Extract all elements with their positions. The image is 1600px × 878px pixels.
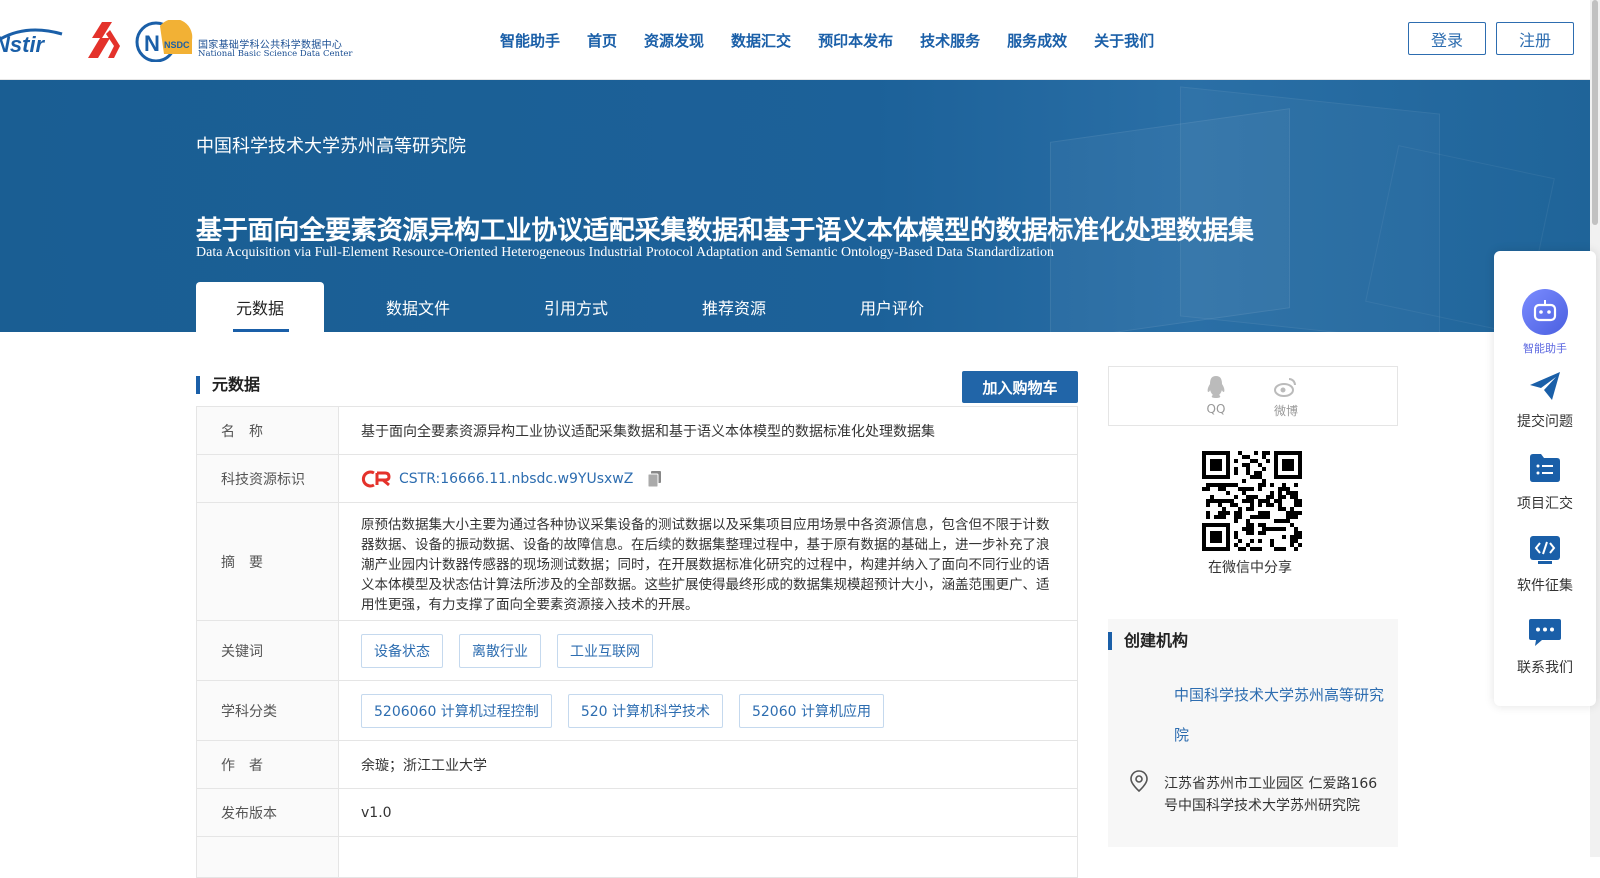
nsdc-name-en: National Basic Science Data Center [198,49,353,59]
site-header: Nstir N NSDC 国家基础学科公共科学数据中心 National Bas… [0,0,1600,80]
dataset-banner: 中国科学技术大学苏州高等研究院 基于面向全要素资源异构工业协议适配采集数据和基于… [0,80,1590,332]
nsdc-logo[interactable]: N NSDC 国家基础学科公共科学数据中心 National Basic Sci… [134,20,352,62]
share-qq[interactable]: QQ [1196,375,1236,416]
copy-icon[interactable] [647,470,663,488]
dataset-title-en: Data Acquisition via Full-Element Resour… [196,245,1055,260]
keyword-tag[interactable]: 设备状态 [361,633,443,668]
nav-data-submission[interactable]: 数据汇交 [731,30,791,51]
subject-tags: 5206060 计算机过程控制 520 计算机科学技术 52060 计算机应用 [339,681,1077,740]
keyword-tags: 设备状态 离散行业 工业互联网 [339,621,1077,680]
cstr-identifier-link[interactable]: CSTR:16666.11.nbsdc.w9YUsxwZ [399,471,633,487]
row-label: 作 者 [197,741,339,788]
add-to-cart-button[interactable]: 加入购物车 [962,371,1078,403]
float-submit-question[interactable]: 提交问题 [1494,369,1596,431]
folder-list-icon [1530,454,1560,482]
table-row: 发布版本 v1.0 [197,789,1077,837]
nav-preprint[interactable]: 预印本发布 [818,30,893,51]
floating-toolbar: 智能助手 提交问题 项目汇交 软件征集 联系我们 [1494,251,1596,706]
register-button[interactable]: 注册 [1496,22,1574,55]
dataset-title-cn: 基于面向全要素资源异构工业协议适配采集数据和基于语义本体模型的数据标准化处理数据… [196,216,1254,246]
table-row: 作 者 余璇；浙江工业大学 [197,741,1077,789]
table-row: 科技资源标识 CSTR:16666.11.nbsdc.w9YUsxwZ [197,455,1077,503]
row-label: 科技资源标识 [197,455,339,502]
svg-text:N: N [144,31,160,56]
table-row: 摘 要 原预估数据集大小主要为通过各种协议采集设备的测试数据以及采集项目应用场景… [197,503,1077,621]
float-ai-assistant[interactable]: 智能助手 [1494,288,1596,356]
creator-organization-panel: 创建机构 中国科学技术大学苏州高等研究院 江苏省苏州市工业园区 仁爱路166号中… [1108,619,1398,847]
share-weibo[interactable]: 微博 [1266,375,1306,419]
tab-citation[interactable]: 引用方式 [497,282,655,332]
banner-organization: 中国科学技术大学苏州高等研究院 [196,136,466,157]
metadata-table: 名 称 基于面向全要素资源异构工业协议适配采集数据和基于语义本体模型的数据标准化… [196,406,1078,878]
row-label: 学科分类 [197,681,339,740]
wechat-qr-code [1202,451,1302,551]
paper-plane-icon [1530,372,1560,400]
row-label: 发布版本 [197,789,339,836]
creator-address: 江苏省苏州市工业园区 仁爱路166号中国科学技术大学苏州研究院 [1164,776,1378,814]
login-button[interactable]: 登录 [1408,22,1486,55]
scrollbar-thumb[interactable] [1592,0,1598,225]
qq-icon [1207,376,1225,398]
keyword-tag[interactable]: 离散行业 [459,633,541,668]
svg-text:Nstir: Nstir [0,32,46,57]
authors-value: 余璇；浙江工业大学 [361,757,487,774]
subject-tag[interactable]: 520 计算机科学技术 [567,693,723,728]
subject-tag[interactable]: 52060 计算机应用 [738,693,884,728]
float-project-submission[interactable]: 项目汇交 [1494,451,1596,513]
chat-bubble-icon [1529,619,1561,646]
svg-text:NSDC: NSDC [164,40,190,50]
table-row [197,837,1077,877]
qq-label: QQ [1206,402,1226,416]
tab-recommended[interactable]: 推荐资源 [655,282,813,332]
row-label: 名 称 [197,407,339,454]
row-label: 摘 要 [197,503,339,620]
nav-achievements[interactable]: 服务成效 [1007,30,1067,51]
float-software-call[interactable]: 软件征集 [1494,533,1596,595]
identifier-cell: CSTR:16666.11.nbsdc.w9YUsxwZ [339,455,1077,502]
qr-caption: 在微信中分享 [1208,560,1292,576]
float-label: 智能助手 [1523,342,1567,355]
tab-metadata[interactable]: 元数据 [196,282,324,332]
subject-tag[interactable]: 5206060 计算机过程控制 [361,693,552,728]
version-value: v1.0 [361,804,392,821]
nav-home[interactable]: 首页 [587,30,617,51]
dataset-tabs: 元数据 数据文件 引用方式 推荐资源 用户评价 [196,282,971,332]
float-label: 联系我们 [1517,660,1573,676]
table-row: 名 称 基于面向全要素资源异构工业协议适配采集数据和基于语义本体模型的数据标准化… [197,407,1077,455]
weibo-label: 微博 [1273,404,1298,418]
keyword-tag[interactable]: 工业互联网 [557,633,653,668]
creator-org-link[interactable]: 中国科学技术大学苏州高等研究院 [1174,675,1384,755]
float-contact-us[interactable]: 联系我们 [1494,615,1596,677]
nav-tech-service[interactable]: 技术服务 [920,30,980,51]
robot-icon [1522,289,1568,335]
main-nav: 智能助手 首页 资源发现 数据汇交 预印本发布 技术服务 服务成效 关于我们 [500,0,1181,80]
row-label: 关键词 [197,621,339,680]
nav-about[interactable]: 关于我们 [1094,30,1154,51]
float-label: 提交问题 [1517,414,1573,430]
red-emblem-logo[interactable] [80,20,122,60]
table-row: 关键词 设备状态 离散行业 工业互联网 [197,621,1077,681]
row-value [339,837,1077,877]
share-box: QQ 微博 [1108,366,1398,426]
float-label: 软件征集 [1517,578,1573,594]
location-pin-icon [1130,770,1148,793]
nav-resource-discovery[interactable]: 资源发现 [644,30,704,51]
float-label: 项目汇交 [1517,496,1573,512]
metadata-section-title: 元数据 [196,376,260,394]
row-label [197,837,339,877]
cstr-logo[interactable]: Nstir [0,22,68,58]
code-icon [1530,536,1560,564]
nav-ai-assistant[interactable]: 智能助手 [500,30,560,51]
weibo-icon [1274,378,1296,397]
abstract-value: 原预估数据集大小主要为通过各种协议采集设备的测试数据以及采集项目应用场景中各资源… [361,517,1050,613]
cstr-icon [361,470,391,487]
table-row: 学科分类 5206060 计算机过程控制 520 计算机科学技术 52060 计… [197,681,1077,741]
creator-section-title: 创建机构 [1108,632,1188,650]
dataset-name-value: 基于面向全要素资源异构工业协议适配采集数据和基于语义本体模型的数据标准化处理数据… [361,423,935,440]
tab-data-files[interactable]: 数据文件 [339,282,497,332]
tab-user-reviews[interactable]: 用户评价 [813,282,971,332]
